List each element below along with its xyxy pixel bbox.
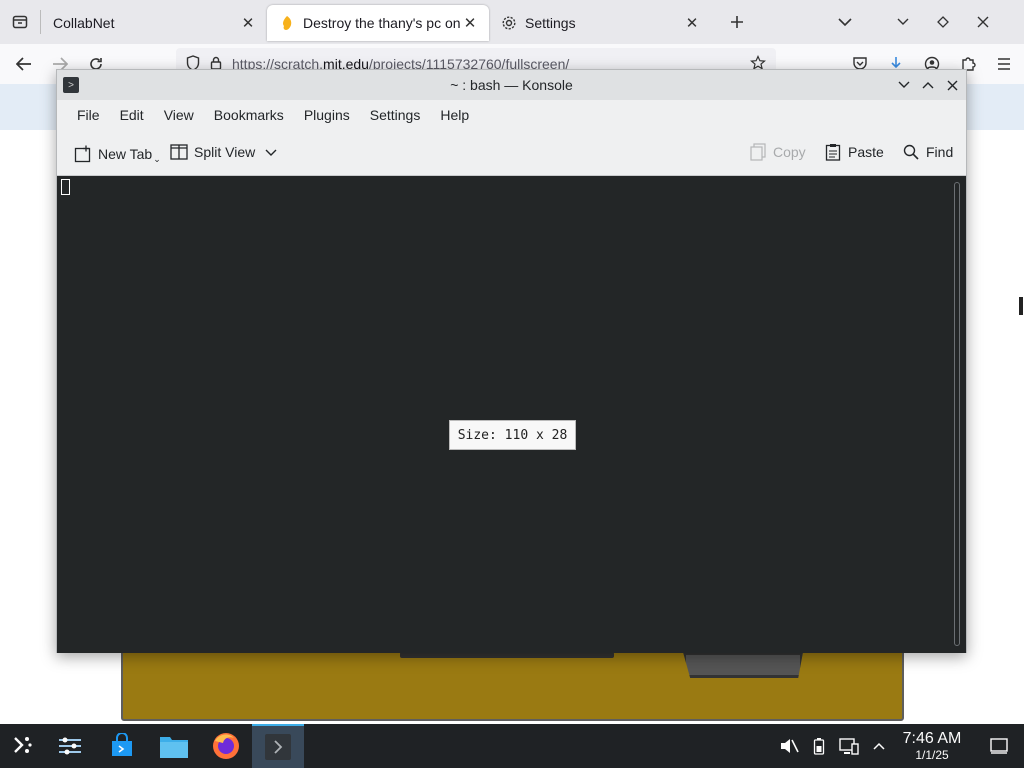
close-icon[interactable]: ✕ [239,14,257,32]
show-desktop-icon[interactable] [984,724,1014,768]
window-close-icon[interactable] [963,0,1003,44]
scratch-favicon-icon [279,15,295,31]
hamburger-menu-icon[interactable] [986,46,1022,82]
list-all-tabs-chevron-icon[interactable] [825,0,865,44]
clock-date: 1/1/25 [915,748,949,762]
mouse-cursor-icon [1019,297,1023,315]
find-label: Find [926,144,954,160]
system-settings-icon[interactable] [44,724,96,768]
menu-plugins[interactable]: Plugins [294,107,360,123]
minimize-chevron-icon[interactable] [894,75,914,95]
paste-label: Paste [848,144,884,160]
maximize-chevron-icon[interactable] [918,75,938,95]
split-view-button[interactable]: Split View [169,142,277,162]
window-maximize-icon[interactable] [923,0,963,44]
copy-label: Copy [773,144,806,160]
konsole-toolbar: New Tab ⌄ Split View Copy Paste Find [57,130,966,176]
tab-collabnet[interactable]: CollabNet ✕ [41,5,267,41]
paste-clipboard-icon [823,142,843,162]
menu-bookmarks[interactable]: Bookmarks [204,107,294,123]
tab-scratch-project[interactable]: Destroy the thany's pc on : ✕ [267,5,489,41]
application-launcher-icon[interactable] [0,724,44,768]
konsole-task-icon[interactable] [252,724,304,768]
close-icon[interactable]: ✕ [461,14,479,32]
digital-clock[interactable]: 7:46 AM 1/1/25 [896,724,968,768]
firefox-icon[interactable] [200,724,252,768]
gear-icon [501,15,517,31]
konsole-menubar: File Edit View Bookmarks Plugins Setting… [57,100,966,130]
menu-file[interactable]: File [67,107,110,123]
split-view-icon [169,142,189,162]
tray-expand-chevron-icon[interactable] [864,724,894,768]
konsole-titlebar[interactable]: > ~ : bash — Konsole [57,70,966,100]
volume-muted-icon[interactable] [774,724,804,768]
copy-button[interactable]: Copy [748,142,806,162]
terminal-scrollbar[interactable] [954,182,960,646]
terminal-size-tooltip: Size: 110 x 28 [449,420,576,450]
discover-store-icon[interactable] [96,724,148,768]
tab-settings[interactable]: Settings ✕ [489,5,711,41]
chevron-down-icon[interactable] [265,144,277,160]
tab-label: CollabNet [53,15,115,31]
new-tab-label: New Tab [98,145,153,162]
paste-button[interactable]: Paste [823,142,884,162]
split-view-label: Split View [194,144,256,160]
window-minimize-chevron-icon[interactable] [883,0,923,44]
system-tray [774,724,894,768]
new-tab-icon [73,144,93,164]
window-title: ~ : bash — Konsole [450,77,573,93]
new-tab-button[interactable]: New Tab ⌄ [73,142,161,165]
close-icon[interactable] [942,75,962,95]
network-icon[interactable] [834,724,864,768]
menu-edit[interactable]: Edit [110,107,154,123]
browser-tab-strip: CollabNet ✕ Destroy the thany's pc on : … [0,0,1024,44]
back-arrow-icon[interactable] [6,46,42,82]
menu-help[interactable]: Help [430,107,479,123]
konsole-window[interactable]: > ~ : bash — Konsole File Edit View Book… [56,69,967,653]
menu-view[interactable]: View [154,107,204,123]
close-icon[interactable]: ✕ [683,14,701,32]
tab-label: Destroy the thany's pc on : [303,15,461,31]
tab-label: Settings [525,15,576,31]
find-button[interactable]: Find [901,142,953,162]
terminal-cursor [61,179,70,195]
menu-settings[interactable]: Settings [360,107,431,123]
new-tab-plus-icon[interactable] [717,0,757,44]
dolphin-file-manager-icon[interactable] [148,724,200,768]
taskbar [0,724,1024,768]
copy-icon [748,142,768,162]
clock-time: 7:46 AM [902,730,962,747]
dropdown-arrow-icon[interactable]: ⌄ [153,154,161,165]
battery-icon[interactable] [804,724,834,768]
terminal-area[interactable]: Size: 110 x 28 [57,176,966,653]
firefox-view-icon[interactable] [0,0,40,44]
stage-sprite-object [683,652,803,678]
search-icon [901,142,921,162]
konsole-app-icon: > [63,77,79,93]
